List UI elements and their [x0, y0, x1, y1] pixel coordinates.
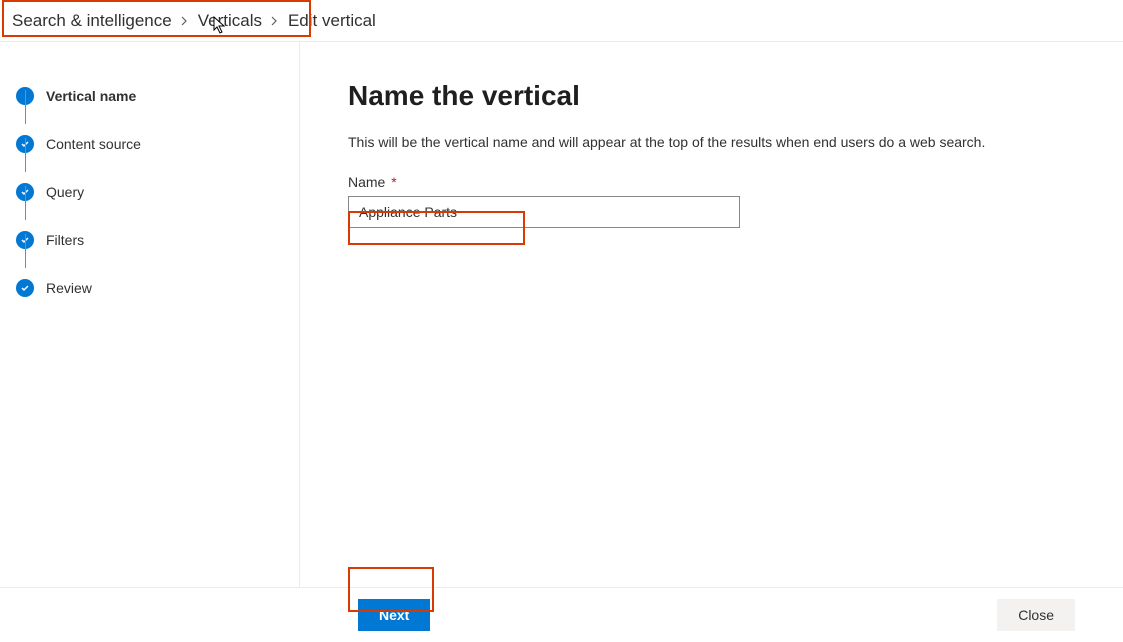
breadcrumb-current: Edit vertical — [288, 11, 376, 31]
close-button[interactable]: Close — [997, 599, 1075, 631]
step-list: Vertical name Content source Query Filte… — [16, 72, 283, 312]
page-title: Name the vertical — [348, 80, 1075, 112]
step-label: Review — [46, 280, 92, 296]
page-description: This will be the vertical name and will … — [348, 134, 1075, 150]
breadcrumb-link-verticals[interactable]: Verticals — [198, 11, 262, 31]
step-label: Filters — [46, 232, 84, 248]
main-panel: Name the vertical This will be the verti… — [300, 42, 1123, 587]
next-button[interactable]: Next — [358, 599, 430, 631]
name-label: Name * — [348, 174, 1075, 190]
chevron-right-icon — [270, 16, 280, 26]
step-vertical-name[interactable]: Vertical name — [16, 72, 283, 120]
wizard-sidebar: Vertical name Content source Query Filte… — [0, 42, 300, 587]
step-label: Query — [46, 184, 84, 200]
step-filters[interactable]: Filters — [16, 216, 283, 264]
step-content-source[interactable]: Content source — [16, 120, 283, 168]
chevron-right-icon — [180, 16, 190, 26]
breadcrumb: Search & intelligence Verticals Edit ver… — [0, 0, 1123, 42]
breadcrumb-link-search-intelligence[interactable]: Search & intelligence — [12, 11, 172, 31]
name-label-text: Name — [348, 174, 385, 190]
step-label: Content source — [46, 136, 141, 152]
step-query[interactable]: Query — [16, 168, 283, 216]
step-label: Vertical name — [46, 88, 136, 104]
footer-bar: Next Close — [0, 587, 1123, 642]
step-review[interactable]: Review — [16, 264, 283, 312]
step-done-icon — [16, 279, 34, 297]
required-mark: * — [391, 174, 396, 190]
vertical-name-input[interactable] — [348, 196, 740, 228]
